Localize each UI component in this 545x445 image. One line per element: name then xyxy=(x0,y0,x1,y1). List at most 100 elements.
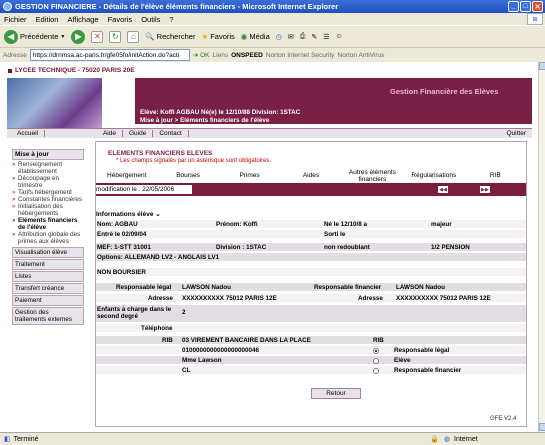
legal-address: XXXXXXXXXX 75012 PARIS 12E xyxy=(182,295,277,302)
rib-holder: Mme Lawson xyxy=(182,357,222,364)
sidebar-item[interactable]: Renseignement établissement xyxy=(12,161,84,175)
nav-contact[interactable]: Contact xyxy=(153,130,189,137)
sidebar-section-maj[interactable]: Mise à jour xyxy=(12,149,84,160)
sidebar-item[interactable]: Attribution globale des primes aux élève… xyxy=(12,231,84,245)
home-icon[interactable]: ⌂ xyxy=(127,30,140,43)
sidebar-group[interactable]: Listes xyxy=(12,271,84,282)
sidebar: Mise à jour Renseignement établissement … xyxy=(12,149,84,326)
resp-row: Adresse XXXXXXXXXX 75012 PARIS 12E Adres… xyxy=(96,294,526,303)
return-button[interactable]: Retour xyxy=(311,388,361,399)
search-icon: 🔍 xyxy=(145,32,155,41)
student-info: Elève: Koffi AGBAU Né(e) le 12/10/88 Div… xyxy=(140,109,301,116)
info-row: Entré le 02/09/04 Sorti le xyxy=(96,230,526,239)
discuss-icon[interactable]: ☰ xyxy=(323,33,329,41)
sidebar-group[interactable]: Visualisation élève xyxy=(12,247,84,258)
menu-edition[interactable]: Edition xyxy=(36,15,59,24)
tab-aides[interactable]: Aides xyxy=(280,172,341,179)
menu-help[interactable]: ? xyxy=(169,15,173,24)
star-icon: ★ xyxy=(201,32,209,41)
links-button[interactable]: Liens xyxy=(213,52,229,59)
nav-aide[interactable]: Aide xyxy=(97,130,123,137)
options: Options: ALLEMAND LV2 - ANGLAIS LV1 xyxy=(97,254,220,261)
sidebar-item-current[interactable]: Eléments financiers de l'élève xyxy=(12,217,84,231)
url-input[interactable]: https://drnmsa.ac-paris.fr/gfe05fo/initA… xyxy=(29,49,190,61)
maximize-button[interactable]: □ xyxy=(520,1,531,12)
prev-arrow-icon[interactable]: ◀◀ xyxy=(438,186,448,193)
tab-bourses[interactable]: Bourses xyxy=(157,172,218,179)
top-nav: Accueil Aide Guide Contact Quitter xyxy=(7,128,532,138)
redoublant: non redoublant xyxy=(324,244,370,251)
scrollbar[interactable] xyxy=(538,62,545,432)
student-firstname: Prénom: Koffi xyxy=(216,221,258,228)
division: Division : 1STAC xyxy=(216,244,267,251)
pension: 1/2 PENSION xyxy=(431,244,470,251)
info-title[interactable]: Informations élève ⌄ xyxy=(96,210,161,218)
media-button[interactable]: ◉ Média xyxy=(241,32,270,41)
sidebar-item[interactable]: Initialisation des hébergements xyxy=(12,203,84,217)
print-icon[interactable]: ⎙ xyxy=(300,33,306,41)
nav-guide[interactable]: Guide xyxy=(123,130,154,137)
page-heading: ELEMENTS FINANCIERS ELEVES xyxy=(108,150,213,157)
close-button[interactable]: ✕ xyxy=(532,1,543,12)
status-text: Terminé xyxy=(13,435,39,443)
forward-button[interactable]: ▶ xyxy=(71,29,86,44)
tab-autres[interactable]: Autres éléments financiers xyxy=(342,169,403,183)
rib-row: 0100000000000000000046 Responsable légal xyxy=(96,346,526,355)
sidebar-group[interactable]: Gestion des traitements externes xyxy=(12,307,84,325)
sidebar-item[interactable]: Tarifs hébergement xyxy=(12,189,84,196)
favorites-button[interactable]: ★ Favoris xyxy=(201,32,234,41)
scroll-down-icon[interactable] xyxy=(539,423,545,431)
exit-date: Sorti le xyxy=(324,231,346,238)
quit-link[interactable]: Quitter xyxy=(506,130,532,137)
sidebar-item[interactable]: Constantes financières xyxy=(12,196,84,203)
rib-key: CL xyxy=(182,367,191,374)
children-count: 2 xyxy=(182,309,186,316)
info-row: NON BOURSIER xyxy=(96,268,526,277)
stop-icon[interactable]: ✕ xyxy=(91,30,104,43)
sidebar-group[interactable]: Paiement xyxy=(12,295,84,306)
banner-photos xyxy=(7,78,102,131)
back-arrow-icon: ◀ xyxy=(4,29,18,44)
history-icon[interactable]: ◷ xyxy=(276,33,282,41)
tab-primes[interactable]: Primes xyxy=(219,172,280,179)
edit-icon[interactable]: ✎ xyxy=(311,33,317,41)
sidebar-group[interactable]: Traitement xyxy=(12,259,84,270)
minimize-button[interactable]: _ xyxy=(508,1,519,12)
info-row: Nom: AGBAU Prénom: Koffi Né le 12/10/8 a… xyxy=(96,220,526,229)
browser-toolbar: ◀ Précédente ▼ ▶ ✕ ↻ ⌂ 🔍 Rechercher ★ Favori… xyxy=(0,25,545,47)
tab-rib[interactable]: RIB xyxy=(465,172,526,179)
go-button[interactable]: ➜ OK xyxy=(193,51,210,59)
next-arrow-icon[interactable]: ▶▶ xyxy=(480,186,490,193)
student-lastname: Nom: AGBAU xyxy=(97,221,138,228)
school-name: LYCEE TECHNIQUE - 75020 PARIS 20E xyxy=(8,67,135,74)
ie-icon xyxy=(3,2,12,11)
tab-hebergement[interactable]: Hébergement xyxy=(96,172,157,179)
student-birth: Né le 12/10/8 a xyxy=(324,221,368,228)
student-age-status: majeur xyxy=(431,221,452,228)
radio-financier[interactable] xyxy=(373,368,379,374)
search-button[interactable]: 🔍 Rechercher xyxy=(145,32,195,41)
menu-fichier[interactable]: Fichier xyxy=(4,15,27,24)
mail-icon[interactable]: ✉ xyxy=(288,33,294,41)
norton-security-button[interactable]: Norton Internet Security xyxy=(266,52,335,59)
sidebar-group[interactable]: Transfert créance xyxy=(12,283,84,294)
messenger-icon[interactable]: ☺ xyxy=(336,33,343,40)
menu-outils[interactable]: Outils xyxy=(141,15,160,24)
tab-regularisations[interactable]: Régularisations xyxy=(403,172,464,179)
menu-affichage[interactable]: Affichage xyxy=(67,15,98,24)
sidebar-item[interactable]: Découpage en trimestre xyxy=(12,175,84,189)
windows-logo-icon: ⊞ xyxy=(527,13,543,25)
entry-date: Entré le 02/09/04 xyxy=(97,231,147,238)
radio-eleve[interactable] xyxy=(373,358,379,364)
norton-antivirus-button[interactable]: Norton AntiVirus xyxy=(338,52,385,59)
scroll-up-icon[interactable] xyxy=(539,62,545,70)
menu-favoris[interactable]: Favoris xyxy=(108,15,133,24)
nav-accueil[interactable]: Accueil xyxy=(7,130,45,137)
onspeed-button[interactable]: ONSPEED xyxy=(231,52,263,59)
back-button[interactable]: ◀ Précédente ▼ xyxy=(4,29,65,44)
refresh-icon[interactable]: ↻ xyxy=(109,30,122,43)
resp-row: Téléphone xyxy=(96,324,526,333)
version-label: GFE V2.4 xyxy=(490,416,517,422)
radio-legal[interactable] xyxy=(373,348,379,354)
dropdown-icon[interactable]: ▼ xyxy=(60,34,65,40)
